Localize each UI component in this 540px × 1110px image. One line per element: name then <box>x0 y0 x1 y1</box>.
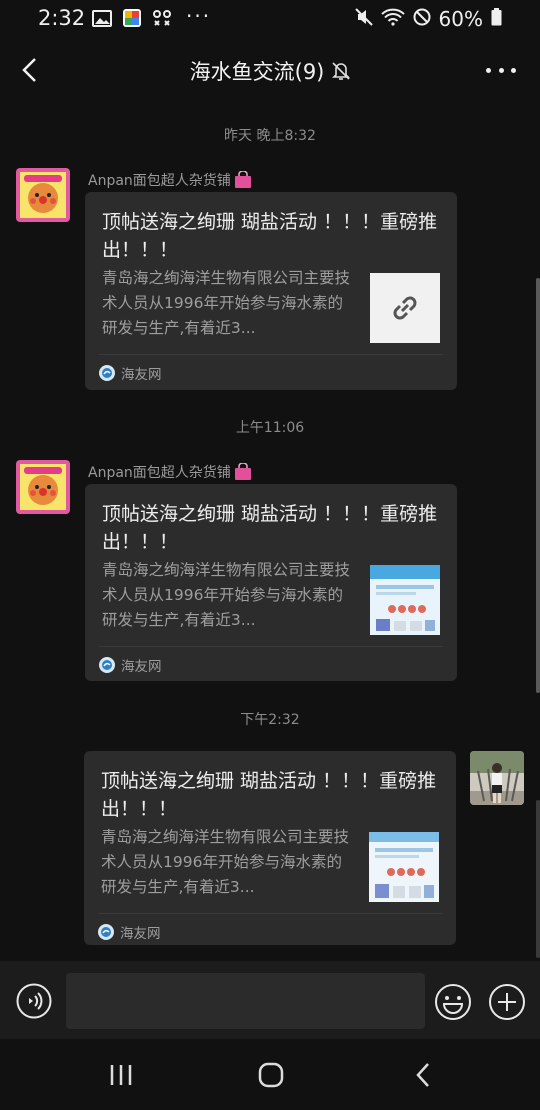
card-source-text: 海友网 <box>121 659 162 675</box>
card-source-text: 海友网 <box>120 926 161 942</box>
plus-icon <box>489 984 525 1020</box>
source-logo-icon <box>99 657 115 673</box>
home-icon <box>258 1062 284 1088</box>
shopping-bag-icon <box>234 463 251 480</box>
status-notification-icons <box>92 8 172 32</box>
battery-percent: 60% <box>438 7 483 31</box>
card-source: 海友网 <box>99 655 162 675</box>
card-title: 顶帖送海之绚珊 瑚盐活动 ！！！重磅推出！！！ <box>102 211 438 261</box>
message-timestamp: 昨天 晚上8:32 <box>224 128 316 144</box>
home-button[interactable] <box>258 1062 284 1092</box>
source-logo-icon <box>99 365 115 381</box>
status-more-icon: ··· <box>186 4 212 28</box>
card-divider <box>99 646 443 647</box>
shopping-bag-icon <box>234 171 251 188</box>
link-card[interactable]: 顶帖送海之绚珊 瑚盐活动 ！！！重磅推出！！！ 青岛海之绚海洋生物有限公司主要技… <box>84 751 456 945</box>
scroll-indicator[interactable] <box>536 278 540 693</box>
status-system-icons: 60% <box>354 7 502 31</box>
system-nav-bar <box>0 1040 540 1110</box>
chat-title-bar: 海水鱼交流(9) <box>0 56 540 86</box>
card-source: 海友网 <box>99 363 162 383</box>
status-time: 2:32 <box>38 6 86 30</box>
recent-apps-icon <box>110 1065 132 1085</box>
my-avatar[interactable] <box>470 751 524 805</box>
sender-avatar[interactable] <box>16 460 70 514</box>
wifi-icon <box>380 7 405 31</box>
muted-bell-icon <box>332 62 351 80</box>
mute-icon <box>354 7 373 31</box>
back-chevron-icon <box>416 1063 429 1087</box>
no-disturb-icon <box>413 7 431 31</box>
emoji-icon <box>435 984 471 1020</box>
message-timestamp: 上午11:06 <box>235 420 305 436</box>
voice-button[interactable] <box>16 983 52 1023</box>
game-icon <box>152 9 172 31</box>
card-title: 顶帖送海之绚珊 瑚盐活动 ！！！重磅推出！！！ <box>102 503 438 553</box>
app-icon <box>122 8 142 32</box>
dot-icon <box>486 67 491 73</box>
card-divider <box>99 354 443 355</box>
product-thumbnail <box>370 565 440 635</box>
product-thumbnail <box>369 832 439 902</box>
card-description: 青岛海之绚海洋生物有限公司主要技术人员从1996年开始参与海水素的研发与生产,有… <box>102 269 351 337</box>
dot-icon <box>511 67 516 73</box>
card-description: 青岛海之绚海洋生物有限公司主要技术人员从1996年开始参与海水素的研发与生产,有… <box>101 828 350 896</box>
scroll-indicator[interactable] <box>536 800 540 958</box>
source-logo-icon <box>98 924 114 940</box>
battery-icon <box>491 7 502 31</box>
gallery-icon <box>92 9 112 31</box>
recent-apps-button[interactable] <box>108 1063 134 1091</box>
card-source-text: 海友网 <box>121 367 162 383</box>
sender-name-text: Anpan面包超人杂货铺 <box>88 465 231 481</box>
status-bar: 2:32 ··· 60% <box>0 0 540 38</box>
sender-name: Anpan面包超人杂货铺 <box>88 462 253 482</box>
sender-avatar[interactable] <box>16 168 70 222</box>
more-functions-button[interactable] <box>488 983 526 1025</box>
card-description: 青岛海之绚海洋生物有限公司主要技术人员从1996年开始参与海水素的研发与生产,有… <box>102 561 351 629</box>
dot-icon <box>498 67 504 73</box>
card-source: 海友网 <box>98 922 161 942</box>
emoji-button[interactable] <box>434 983 472 1025</box>
link-card[interactable]: 顶帖送海之绚珊 瑚盐活动 ！！！重磅推出！！！ 青岛海之绚海洋生物有限公司主要技… <box>85 192 457 390</box>
chat-more-button[interactable] <box>486 60 516 80</box>
link-card[interactable]: 顶帖送海之绚珊 瑚盐活动 ！！！重磅推出！！！ 青岛海之绚海洋生物有限公司主要技… <box>85 484 457 681</box>
chat-title: 海水鱼交流(9) <box>189 60 325 84</box>
system-back-button[interactable] <box>414 1062 432 1092</box>
card-divider <box>98 913 442 914</box>
message-input[interactable] <box>66 973 425 1029</box>
sender-name: Anpan面包超人杂货铺 <box>88 170 253 190</box>
sender-name-text: Anpan面包超人杂货铺 <box>88 173 231 189</box>
link-icon <box>370 273 440 343</box>
card-title: 顶帖送海之绚珊 瑚盐活动 ！！！重磅推出！！！ <box>101 770 437 820</box>
message-timestamp: 下午2:32 <box>240 712 300 728</box>
voice-icon <box>16 983 52 1019</box>
